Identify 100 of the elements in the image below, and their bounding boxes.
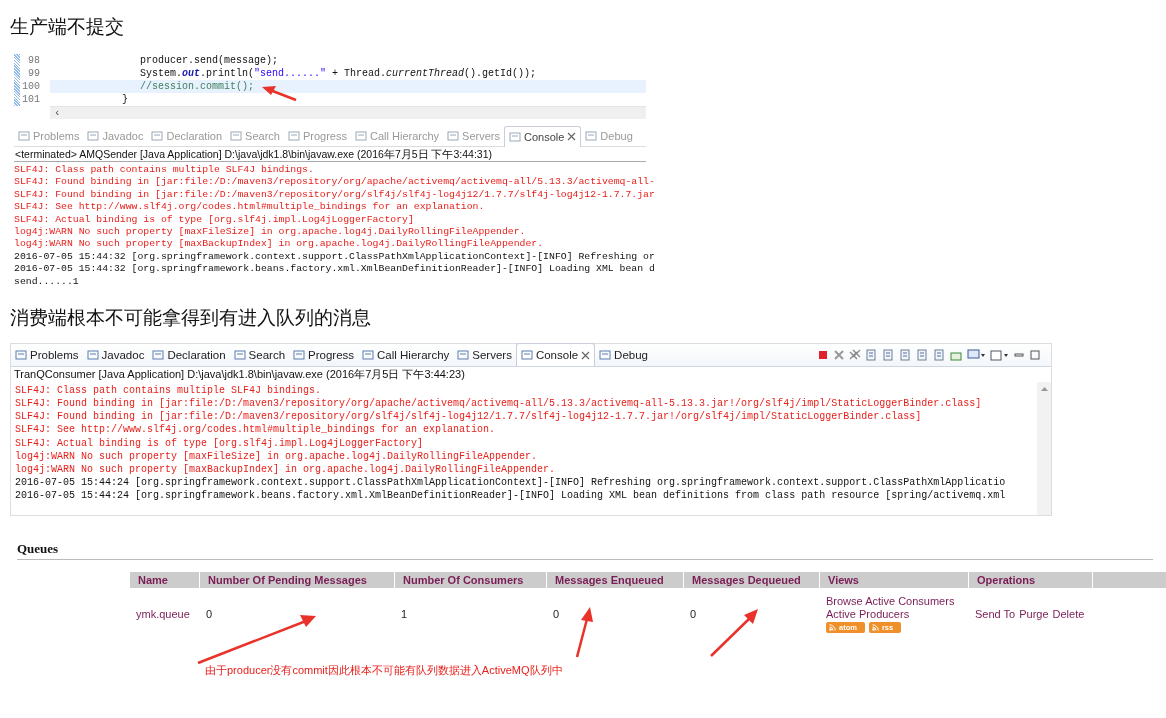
console-line: SLF4J: See http://www.slf4j.org/codes.html#multiple_bindings for an explanation. xyxy=(14,201,486,214)
view-icon xyxy=(152,348,165,361)
view-icon xyxy=(151,130,164,142)
operation-link[interactable]: Delete xyxy=(1052,607,1085,621)
remove-icon[interactable] xyxy=(833,348,845,361)
view-tab[interactable]: Console xyxy=(503,125,582,147)
view-icon xyxy=(362,348,375,361)
console-line: 2016-07-05 15:44:32 [org.springframework.beans.factory.xml.XmlBeanDefinitionReader]-[INFO] Loading XML bean d xyxy=(14,263,655,276)
code-line: System.out.println("send......" + Thread.currentThread().getId()); xyxy=(139,67,537,80)
column-header[interactable]: Messages Enqueued xyxy=(547,571,684,588)
operation-link[interactable]: Send To xyxy=(975,607,1016,621)
line-number: 101 xyxy=(21,94,41,105)
maximize-icon[interactable] xyxy=(1029,348,1041,361)
console-line: SLF4J: Class path contains multiple SLF4J bindings. xyxy=(14,164,315,177)
view-tab[interactable]: Search xyxy=(229,343,290,366)
document-icon[interactable] xyxy=(899,348,912,361)
close-icon[interactable] xyxy=(567,132,577,141)
stop-icon[interactable] xyxy=(817,348,829,361)
column-header[interactable]: Views xyxy=(820,571,969,588)
console-line: 2016-07-05 15:44:24 [org.springframework.context.support.ClassPathXmlApplicationContext]-[INFO] Refreshing org.springframework.context.support.ClassPathXmlApplicatio xyxy=(15,476,1007,490)
column-header[interactable]: Operations xyxy=(969,571,1093,588)
annotation-text: 由于producer没有commit因此根本不可能有队列数据进入ActiveMQ队列中 xyxy=(205,662,564,678)
table-cell: 0 xyxy=(690,607,697,620)
close-icon[interactable] xyxy=(581,350,591,360)
code-line: } xyxy=(121,93,128,106)
view-icon xyxy=(355,130,367,142)
section-heading: 消费端根本不可能拿得到有进入队列的消息 xyxy=(9,304,372,330)
view-icon xyxy=(15,348,27,361)
change-marker-bar xyxy=(14,54,20,106)
view-icon xyxy=(508,130,521,143)
column-header[interactable]: Number Of Pending Messages xyxy=(200,571,395,588)
document-icon[interactable] xyxy=(933,348,946,361)
console-line: SLF4J: Class path contains multiple SLF4J bindings. xyxy=(15,383,323,398)
arrow xyxy=(710,608,758,657)
section-heading: 生产端不提交 xyxy=(9,14,125,39)
console-line: SLF4J: Actual binding is of type [org.slf4j.impl.Log4jLoggerFactory] xyxy=(14,213,415,226)
scroll-up-icon[interactable] xyxy=(1039,385,1049,392)
console-line: 2016-07-05 15:44:32 [org.springframework.context.support.ClassPathXmlApplicationContext]-[INFO] Refreshing or xyxy=(14,250,655,264)
console-line: SLF4J: See http://www.slf4j.org/codes.html#multiple_bindings for an explanation. xyxy=(15,423,497,437)
operation-link[interactable]: Purge xyxy=(1019,607,1049,621)
console-line: log4j:WARN No such property [maxFileSize] in org.apache.log4j.DailyRollingFileAppender. xyxy=(14,225,527,239)
console-line: log4j:WARN No such property [maxBackupIndex] in org.apache.log4j.DailyRollingFileAppender. xyxy=(14,238,545,251)
code-line: producer.send(message); xyxy=(139,54,279,67)
console-line: SLF4J: Actual binding is of type [org.slf4j.impl.Log4jLoggerFactory] xyxy=(15,436,425,450)
column-header[interactable]: Number Of Consumers xyxy=(395,571,547,588)
table-cell: 1 xyxy=(401,607,408,620)
queue-link[interactable]: ymk.queue xyxy=(136,607,190,620)
view-icon xyxy=(87,130,100,142)
view-icon xyxy=(520,349,533,362)
console-line: SLF4J: Found binding in [jar:file:/D:/maven3/repository/org/slf4j/slf4j-log4j12/1.7.7/slf4j-log4j12-1.7.7.jar!/org/slf4j/impl/StaticLoggerBinder.class] xyxy=(15,410,923,424)
console-line: SLF4J: Found binding in [jar:file:/D:/maven3/repository/org/apache/activemq/activemq-all/5.13.3/activemq-all- xyxy=(14,176,655,189)
view-tab[interactable]: Progress xyxy=(289,343,359,366)
view-tab[interactable]: Declaration xyxy=(148,343,230,366)
console-line: SLF4J: Found binding in [jar:file:/D:/maven3/repository/org/apache/activemq/activemq-all/5.13.3/activemq-all-5.13.3.jar!/org/slf4j/impl/StaticLoggerBinder.class] xyxy=(15,397,983,411)
console-line: send......1 xyxy=(14,275,80,288)
line-number: 99 xyxy=(27,68,41,79)
arrow xyxy=(575,606,593,657)
view-icon xyxy=(457,348,470,361)
monitor-icon[interactable] xyxy=(967,348,986,361)
view-icon xyxy=(447,130,460,142)
view-icon xyxy=(599,348,612,361)
view-tab[interactable]: Console xyxy=(515,343,596,367)
document-icon[interactable] xyxy=(865,348,878,361)
view-tab[interactable]: Call Hierarchy xyxy=(358,343,454,366)
console-line: 2016-07-05 15:44:24 [org.springframework.beans.factory.xml.XmlBeanDefinitionReader]-[INFO] Loading XML bean definitions from class path resource [spring/activemq.xml xyxy=(15,489,1007,503)
document-icon[interactable] xyxy=(882,348,895,361)
console-header: TranQConsumer [Java Application] D:\java\jdk1.8\bin\javaw.exe (2016年7月5日 下午3:44:23) xyxy=(13,366,466,382)
view-icon xyxy=(230,130,243,142)
view-icon xyxy=(287,130,300,142)
table-cell: 0 xyxy=(553,607,560,620)
view-tab[interactable]: Problems xyxy=(11,343,83,366)
line-number: 100 xyxy=(21,81,41,92)
remove-all-icon[interactable] xyxy=(849,348,861,361)
view-icon xyxy=(233,348,246,361)
console-line: SLF4J: Found binding in [jar:file:/D:/maven3/repository/org/slf4j/slf4j-log4j12/1.7.7/slf4j-log4j12-1.7.7.jar xyxy=(14,188,655,202)
view-tab[interactable]: Javadoc xyxy=(82,343,149,366)
console-line: log4j:WARN No such property [maxFileSize] in org.apache.log4j.DailyRollingFileAppender. xyxy=(15,449,539,464)
view-icon xyxy=(86,348,99,361)
console-line: log4j:WARN No such property [maxBackupIndex] in org.apache.log4j.DailyRollingFileAppender. xyxy=(15,463,557,477)
line-number: 98 xyxy=(27,55,41,66)
scroll-left-button[interactable]: ‹ xyxy=(50,108,61,118)
feed-icon xyxy=(829,623,836,631)
view-tab[interactable]: Debug xyxy=(595,343,652,366)
table-cell: 0 xyxy=(206,607,213,620)
arrow xyxy=(262,86,297,102)
view-tab[interactable]: Servers xyxy=(453,343,516,366)
view-icon xyxy=(293,348,306,361)
view-icon xyxy=(18,130,30,142)
document-icon[interactable] xyxy=(916,348,929,361)
column-header[interactable]: Name xyxy=(130,571,200,588)
window-icon[interactable] xyxy=(990,348,1009,361)
console-header: <terminated> AMQSender [Java Application] D:\java\jdk1.8\bin\javaw.exe (2016年7月5日 下午3:44:31) xyxy=(14,147,646,162)
section-title: Queues xyxy=(17,540,1153,560)
view-link[interactable]: Browse Active Consumers xyxy=(826,594,955,608)
view-link[interactable]: Active Producers xyxy=(826,607,910,621)
view-icon xyxy=(585,130,598,142)
column-header[interactable]: Messages Dequeued xyxy=(684,571,820,588)
horizontal-scrollbar[interactable]: ‹ xyxy=(50,106,646,119)
vertical-scrollbar[interactable] xyxy=(1037,381,1051,515)
feed-icon xyxy=(871,623,879,631)
